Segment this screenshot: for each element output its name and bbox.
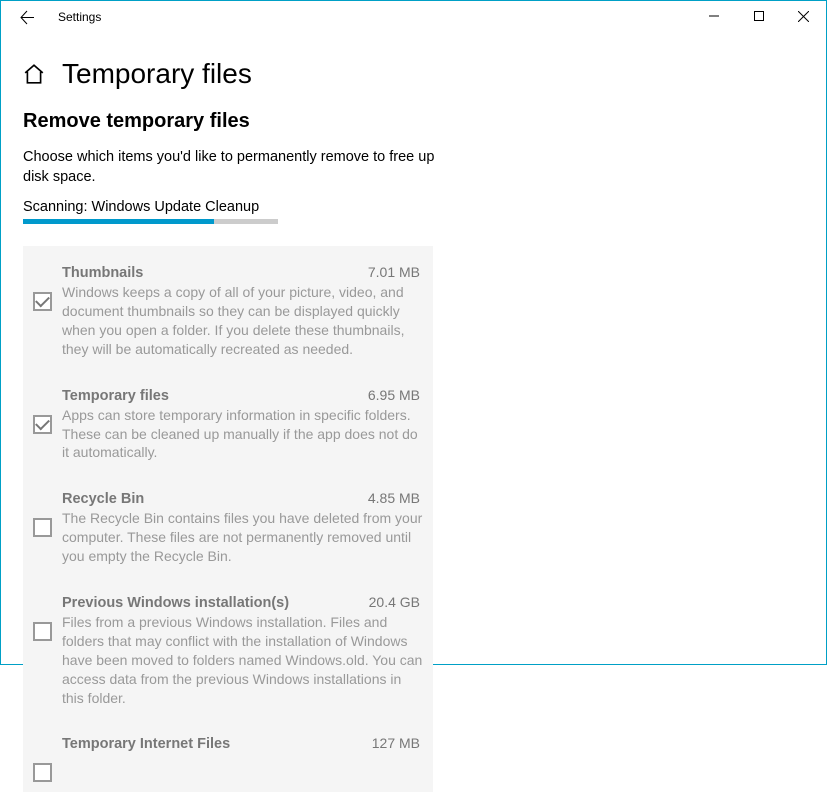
item-title: Recycle Bin [62, 491, 144, 507]
window-title: Settings [58, 10, 101, 24]
titlebar: Settings [1, 1, 826, 33]
item-description: The Recycle Bin contains files you have … [62, 509, 423, 566]
item-description: Windows keeps a copy of all of your pict… [62, 283, 423, 359]
item-size: 20.4 GB [369, 594, 420, 610]
items-panel: Thumbnails 7.01 MB Windows keeps a copy … [23, 246, 433, 792]
checkbox-recycle-bin[interactable] [33, 518, 52, 537]
page-title: Temporary files [62, 58, 252, 90]
item-thumbnails: Thumbnails 7.01 MB Windows keeps a copy … [33, 264, 423, 359]
item-title: Temporary Internet Files [62, 736, 230, 752]
item-content: Temporary Internet Files 127 MB [62, 735, 423, 754]
window-controls [691, 1, 826, 31]
item-content: Recycle Bin 4.85 MB The Recycle Bin cont… [62, 490, 423, 566]
item-title: Temporary files [62, 388, 169, 404]
back-button[interactable] [11, 1, 43, 33]
item-temporary-files: Temporary files 6.95 MB Apps can store t… [33, 387, 423, 463]
home-icon[interactable] [23, 63, 45, 85]
checkbox-temporary-internet[interactable] [33, 763, 52, 782]
minimize-button[interactable] [691, 1, 736, 31]
item-temporary-internet: Temporary Internet Files 127 MB [33, 735, 423, 782]
item-header: Thumbnails 7.01 MB [62, 264, 423, 281]
item-description: Files from a previous Windows installati… [62, 613, 423, 707]
close-button[interactable] [781, 1, 826, 31]
scan-status: Scanning: Windows Update Cleanup [23, 199, 804, 215]
back-arrow-icon [20, 10, 35, 25]
item-previous-windows: Previous Windows installation(s) 20.4 GB… [33, 594, 423, 707]
progress-bar [23, 219, 278, 224]
checkbox-temporary-files[interactable] [33, 415, 52, 434]
content-area: Remove temporary files Choose which item… [1, 110, 826, 792]
item-content: Previous Windows installation(s) 20.4 GB… [62, 594, 423, 707]
item-size: 4.85 MB [368, 490, 420, 506]
item-header: Recycle Bin 4.85 MB [62, 490, 423, 507]
item-title: Thumbnails [62, 265, 143, 281]
maximize-button[interactable] [736, 1, 781, 31]
item-header: Temporary files 6.95 MB [62, 387, 423, 404]
page-header: Temporary files [1, 33, 826, 110]
item-header: Temporary Internet Files 127 MB [62, 735, 423, 752]
progress-fill [23, 219, 214, 224]
item-header: Previous Windows installation(s) 20.4 GB [62, 594, 423, 611]
item-size: 6.95 MB [368, 387, 420, 403]
item-content: Temporary files 6.95 MB Apps can store t… [62, 387, 423, 463]
item-description: Apps can store temporary information in … [62, 406, 423, 463]
item-recycle-bin: Recycle Bin 4.85 MB The Recycle Bin cont… [33, 490, 423, 566]
intro-text: Choose which items you'd like to permane… [23, 148, 463, 187]
checkbox-thumbnails[interactable] [33, 292, 52, 311]
close-icon [798, 11, 809, 22]
maximize-icon [754, 11, 764, 21]
minimize-icon [709, 11, 719, 21]
section-heading: Remove temporary files [23, 110, 804, 133]
item-title: Previous Windows installation(s) [62, 595, 289, 611]
item-size: 127 MB [372, 735, 420, 751]
item-content: Thumbnails 7.01 MB Windows keeps a copy … [62, 264, 423, 359]
checkbox-previous-windows[interactable] [33, 622, 52, 641]
item-size: 7.01 MB [368, 264, 420, 280]
